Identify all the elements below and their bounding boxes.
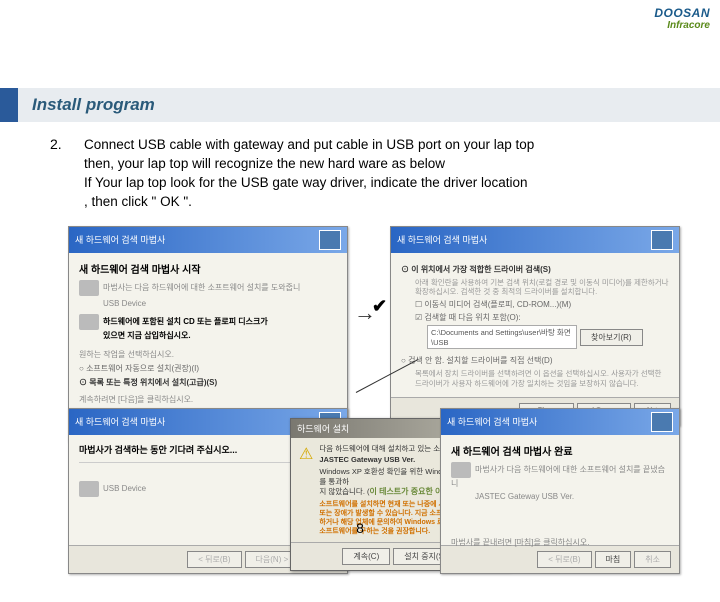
section-title-bar: Install program <box>0 88 720 122</box>
wizard-title: 새 하드웨어 검색 마법사 <box>397 233 487 246</box>
radio-search-location[interactable]: 이 위치에서 가장 적합한 드라이버 검색(S) <box>401 264 669 275</box>
step-block: 2. Connect USB cable with gateway and pu… <box>50 136 686 212</box>
header: DOOSAN Infracore <box>0 0 720 60</box>
step-text: Connect USB cable with gateway and put c… <box>84 136 534 212</box>
back-button[interactable]: < 뒤로(B) <box>537 551 591 568</box>
cancel-button[interactable]: 취소 <box>634 551 671 568</box>
browse-button[interactable]: 찾아보기(R) <box>580 329 643 346</box>
wizard-icon <box>651 230 673 250</box>
dialog-title: 하드웨어 설치 <box>297 422 349 435</box>
wizard-complete: 새 하드웨어 검색 마법사 새 하드웨어 검색 마법사 완료 마법사가 다음 하… <box>440 408 680 574</box>
device-icon <box>451 462 471 478</box>
finish-button[interactable]: 마침 <box>595 551 632 568</box>
wizard-title: 새 하드웨어 검색 마법사 <box>75 415 165 428</box>
section-title: Install program <box>32 95 155 115</box>
warning-icon: ⚠ <box>299 444 313 464</box>
radio-auto-install[interactable]: 소프트웨어 자동으로 설치(권장)(I) <box>79 363 337 374</box>
why-important-link[interactable]: 이 테스트가 중요한 이유 <box>370 487 450 496</box>
page-number: 8 <box>356 520 364 536</box>
checkbox-removable-media[interactable]: 이동식 미디어 검색(플로피, CD-ROM...)(M) <box>415 299 669 310</box>
brand-sub: Infracore <box>654 20 710 31</box>
wizard-heading: 새 하드웨어 검색 마법사 시작 <box>79 261 337 276</box>
step-number: 2. <box>50 136 70 212</box>
checkbox-include-location[interactable]: 검색할 때 다음 위치 포함(O): <box>415 312 669 323</box>
device-icon <box>79 481 99 497</box>
radio-list-location[interactable]: 목록 또는 특정 위치에서 설치(고급)(S) <box>79 377 337 388</box>
cd-icon <box>79 314 99 330</box>
wizard-title: 새 하드웨어 검색 마법사 <box>447 415 537 428</box>
continue-button[interactable]: 계속(C) <box>342 548 390 565</box>
back-button[interactable]: < 뒤로(B) <box>187 551 241 568</box>
wizard-title: 새 하드웨어 검색 마법사 <box>75 233 165 246</box>
arrow-icon: → <box>354 300 376 326</box>
wizard-icon <box>319 230 341 250</box>
radio-dont-search[interactable]: 검색 안 함. 설치할 드라이버를 직접 선택(D) <box>401 355 669 366</box>
brand-main: DOOSAN <box>654 6 710 20</box>
path-input[interactable]: C:\Documents and Settings\user\바탕 화면\USB <box>427 325 577 349</box>
wizard-icon <box>651 412 673 432</box>
wizard-search-options: 새 하드웨어 검색 마법사 이 위치에서 가장 적합한 드라이버 검색(S) 아… <box>390 226 680 426</box>
title-accent <box>0 88 18 122</box>
device-icon <box>79 280 99 296</box>
brand-logo: DOOSAN Infracore <box>654 6 710 31</box>
